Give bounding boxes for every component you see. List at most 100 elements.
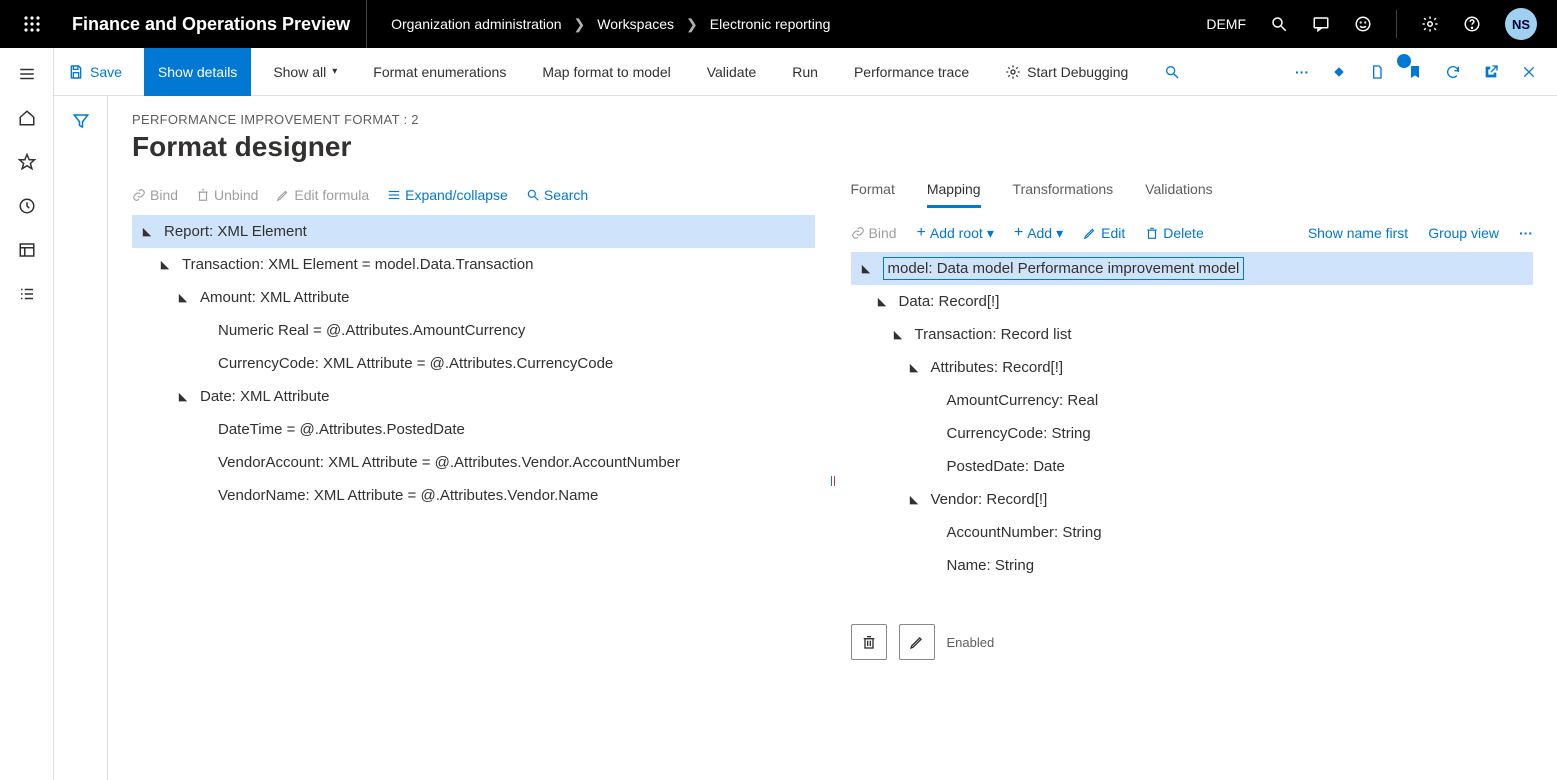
save-button[interactable]: Save [54, 48, 136, 96]
add-button[interactable]: +Add▾ [1014, 224, 1063, 242]
enabled-label: Enabled [947, 635, 995, 650]
tree-item-label: AccountNumber: String [947, 524, 1102, 541]
close-icon[interactable] [1521, 64, 1537, 80]
collapse-icon[interactable]: ◢ [140, 225, 154, 238]
collapse-icon[interactable]: ◢ [907, 361, 921, 374]
chat-icon[interactable] [1312, 15, 1330, 33]
tree-row[interactable]: ◢Amount: XML Attribute [132, 281, 815, 314]
edit-icon-button[interactable] [899, 624, 935, 660]
tab-transformations[interactable]: Transformations [1013, 181, 1114, 208]
right-pane-toolbar: Bind +Add root▾ +Add▾ Edit [851, 218, 1534, 252]
chevron-down-icon: ▾ [332, 66, 337, 77]
search-icon[interactable] [1270, 15, 1288, 33]
collapse-icon[interactable]: ◢ [891, 328, 905, 341]
group-view-button[interactable]: Group view [1428, 225, 1499, 241]
validate-button[interactable]: Validate [693, 48, 771, 96]
diamond-icon[interactable] [1331, 64, 1347, 80]
company-label[interactable]: DEMF [1206, 16, 1246, 32]
open-new-icon[interactable] [1483, 64, 1499, 80]
tree-row[interactable]: VendorName: XML Attribute = @.Attributes… [132, 479, 815, 512]
tree-row[interactable]: ◢ Transaction: Record list [851, 318, 1534, 351]
filter-column [54, 96, 108, 780]
tree-row[interactable]: ◢ Attributes: Record[!] [851, 351, 1534, 384]
tab-format[interactable]: Format [851, 181, 895, 208]
delete-button[interactable]: Delete [1145, 225, 1203, 241]
tree-item-label: Report: XML Element [164, 223, 307, 240]
tree-row[interactable]: ◢Data: Record[!] [851, 285, 1534, 318]
tree-item-label: Name: String [947, 557, 1035, 574]
tree-item-label: Transaction: Record list [915, 326, 1072, 343]
show-name-first-button[interactable]: Show name first [1308, 225, 1408, 241]
chevron-down-icon: ▾ [987, 225, 994, 242]
splitter[interactable] [831, 181, 835, 780]
gear-icon[interactable] [1421, 15, 1439, 33]
filter-icon[interactable] [72, 112, 90, 780]
refresh-icon[interactable] [1445, 64, 1461, 80]
tree-row[interactable]: ◢ model: Data model Performance improveme… [851, 252, 1534, 285]
command-search-icon[interactable] [1150, 48, 1194, 96]
smile-icon[interactable] [1354, 15, 1372, 33]
left-nav-rail [0, 48, 54, 780]
command-bar: Save Show details Show all ▾ Format enum… [54, 48, 1557, 96]
workspace-icon[interactable] [17, 240, 37, 260]
edit-button[interactable]: Edit [1083, 225, 1125, 241]
collapse-icon[interactable]: ◢ [859, 262, 873, 275]
tab-validations[interactable]: Validations [1145, 181, 1212, 208]
tree-row[interactable]: VendorAccount: XML Attribute = @.Attribu… [132, 446, 815, 479]
collapse-icon[interactable]: ◢ [907, 493, 921, 506]
save-label: Save [90, 64, 122, 80]
tree-row[interactable]: AccountNumber: String [851, 516, 1534, 549]
tab-mapping[interactable]: Mapping [927, 181, 981, 208]
tree-row[interactable]: ◢Transaction: XML Element = model.Data.T… [132, 248, 815, 281]
hamburger-icon[interactable] [17, 64, 37, 84]
format-enumerations-button[interactable]: Format enumerations [359, 48, 520, 96]
show-details-label: Show details [158, 64, 237, 80]
help-icon[interactable] [1463, 15, 1481, 33]
top-header: Finance and Operations Preview Organizat… [0, 0, 1557, 48]
tree-row[interactable]: ◢Date: XML Attribute [132, 380, 815, 413]
tree-row[interactable]: ◢Vendor: Record[!] [851, 483, 1534, 516]
map-format-to-model-button[interactable]: Map format to model [528, 48, 684, 96]
show-all-button[interactable]: Show all ▾ [259, 48, 351, 96]
breadcrumb-electronic-reporting[interactable]: Electronic reporting [710, 16, 831, 32]
tree-row[interactable]: PostedDate: Date [851, 450, 1534, 483]
more-icon[interactable]: ··· [1295, 64, 1309, 80]
document-icon[interactable] [1369, 64, 1385, 80]
tree-row[interactable]: Numeric Real = @.Attributes.AmountCurren… [132, 314, 815, 347]
collapse-icon[interactable]: ◢ [158, 258, 172, 271]
collapse-icon[interactable]: ◢ [875, 295, 889, 308]
breadcrumb: Organization administration ❯ Workspaces… [367, 16, 830, 33]
tree-item-label: model: Data model Performance improvemen… [883, 257, 1245, 280]
app-launcher-icon[interactable] [8, 0, 56, 48]
home-icon[interactable] [17, 108, 37, 128]
tree-row[interactable]: Name: String [851, 549, 1534, 582]
bind-action: Bind [132, 187, 178, 203]
tree-item-label: PostedDate: Date [947, 458, 1065, 475]
delete-icon-button[interactable] [851, 624, 887, 660]
tree-row[interactable]: AmountCurrency: Real [851, 384, 1534, 417]
tree-item-label: CurrencyCode: XML Attribute = @.Attribut… [218, 355, 613, 372]
search-action[interactable]: Search [526, 187, 588, 203]
attachments-icon[interactable]: 0 [1407, 62, 1423, 82]
modules-icon[interactable] [17, 284, 37, 304]
performance-trace-button[interactable]: Performance trace [840, 48, 983, 96]
tree-row[interactable]: ◢ Report: XML Element [132, 215, 815, 248]
run-button[interactable]: Run [778, 48, 832, 96]
avatar[interactable]: NS [1505, 8, 1537, 40]
star-icon[interactable] [17, 152, 37, 172]
collapse-icon[interactable]: ◢ [176, 291, 190, 304]
show-details-button[interactable]: Show details [144, 48, 251, 96]
tree-row[interactable]: DateTime = @.Attributes.PostedDate [132, 413, 815, 446]
expand-collapse-action[interactable]: Expand/collapse [387, 187, 508, 203]
add-root-button[interactable]: +Add root▾ [917, 224, 994, 242]
breadcrumb-workspaces[interactable]: Workspaces [597, 16, 674, 32]
breadcrumb-org-admin[interactable]: Organization administration [391, 16, 561, 32]
tree-row[interactable]: CurrencyCode: XML Attribute = @.Attribut… [132, 347, 815, 380]
more-button[interactable]: ··· [1519, 225, 1533, 241]
tree-row[interactable]: CurrencyCode: String [851, 417, 1534, 450]
collapse-icon[interactable]: ◢ [176, 390, 190, 403]
start-debugging-button[interactable]: Start Debugging [991, 48, 1142, 96]
recent-icon[interactable] [17, 196, 37, 216]
tree-item-label: Attributes: Record[!] [931, 359, 1064, 376]
header-right-icons: DEMF NS [1206, 8, 1549, 40]
